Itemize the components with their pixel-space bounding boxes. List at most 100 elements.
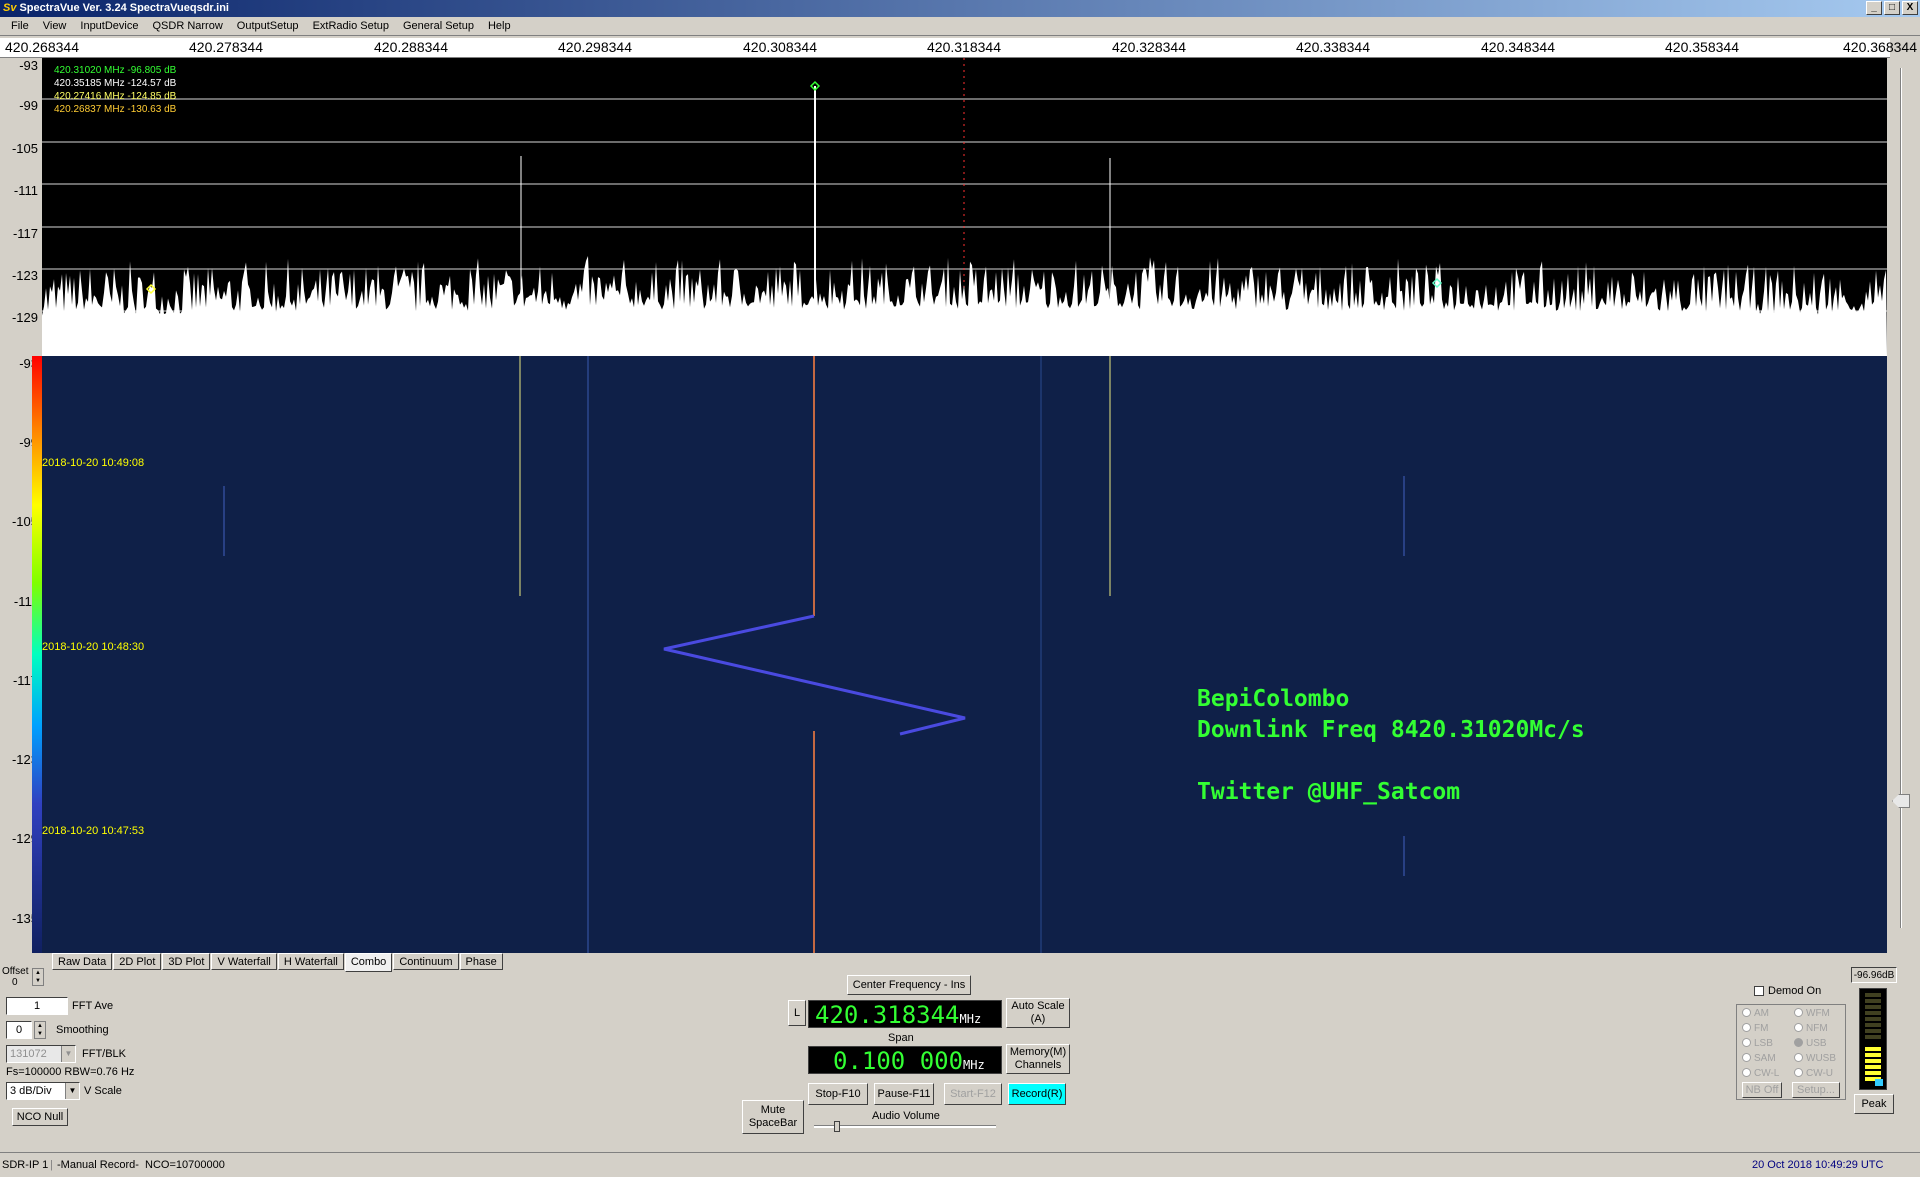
tab-v-waterfall[interactable]: V Waterfall: [211, 953, 277, 970]
menu-extradio-setup[interactable]: ExtRadio Setup: [306, 17, 396, 36]
channels-label: Channels: [1014, 1059, 1062, 1071]
freq-tick: 420.358344: [1665, 39, 1739, 55]
mode-cwu-radio[interactable]: CW-U: [1794, 1068, 1833, 1079]
overlay-downlink: Downlink Freq 8420.31020Mc/s: [1197, 717, 1585, 743]
mode-sam-radio[interactable]: SAM: [1742, 1053, 1776, 1064]
freq-tick: 420.298344: [558, 39, 632, 55]
mute-button[interactable]: Mute SpaceBar: [742, 1100, 804, 1134]
close-button[interactable]: X: [1902, 1, 1918, 15]
lock-button[interactable]: L: [788, 1000, 806, 1026]
nb-off-button[interactable]: NB Off: [1742, 1082, 1782, 1098]
status-bar: SDR-IP 1 | -Manual Record- NCO=10700000 …: [0, 1152, 1920, 1176]
nco-null-button[interactable]: NCO Null: [12, 1108, 68, 1126]
span-unit: MHz: [963, 1058, 985, 1072]
level-scrollbar[interactable]: [1890, 58, 1912, 953]
mode-nfm-radio[interactable]: NFM: [1794, 1023, 1828, 1034]
vscale-value: 3 dB/Div: [10, 1085, 52, 1097]
tab-2d-plot[interactable]: 2D Plot: [113, 953, 162, 970]
audio-volume-slider[interactable]: [834, 1121, 840, 1132]
frequency-unit: MHz: [959, 1012, 982, 1026]
fft-blk-select[interactable]: 131072 ▼: [6, 1045, 76, 1063]
spectrum-y-label: -123: [11, 268, 38, 283]
y-axis-strip: -93 -99 -105 -111 -117 -123 -129 -93 -99…: [0, 58, 38, 953]
tab-combo[interactable]: Combo: [344, 953, 393, 972]
menu-general-setup[interactable]: General Setup: [396, 17, 481, 36]
waterfall-color-scale: [32, 356, 42, 953]
mode-lsb-radio[interactable]: LSB: [1742, 1038, 1773, 1049]
status-datetime: 20 Oct 2018 10:49:29 UTC: [1752, 1159, 1884, 1171]
minimize-button[interactable]: _: [1866, 1, 1882, 15]
stop-button[interactable]: Stop-F10: [808, 1083, 868, 1105]
mode-usb-radio[interactable]: USB: [1794, 1038, 1827, 1049]
freq-tick: 420.318344: [927, 39, 1001, 55]
span-label: Span: [888, 1032, 914, 1044]
mode-am-radio[interactable]: AM: [1742, 1008, 1769, 1019]
audio-volume-track[interactable]: [814, 1125, 996, 1128]
waterfall-timestamp: 2018-10-20 10:47:53: [42, 825, 145, 837]
title-bar: Sv SpectraVue Ver. 3.24 SpectraVueqsdr.in…: [0, 0, 1920, 17]
freq-tick: 420.308344: [743, 39, 817, 55]
tab-phase[interactable]: Phase: [459, 953, 503, 970]
setup-button[interactable]: Setup...: [1792, 1082, 1840, 1098]
overlay-title: BepiColombo: [1197, 686, 1350, 712]
offset-spinner[interactable]: ▲ ▼: [32, 968, 44, 986]
smoothing-label: Smoothing: [56, 1024, 109, 1036]
fft-ave-input[interactable]: 1: [6, 997, 68, 1015]
offset-label: Offset: [2, 966, 29, 977]
peak-button[interactable]: Peak: [1854, 1094, 1894, 1114]
noise-floor: [42, 256, 1887, 356]
audio-volume-label: Audio Volume: [872, 1110, 940, 1122]
menu-input-device[interactable]: InputDevice: [73, 17, 145, 36]
spectrum-y-label: -129: [11, 310, 38, 325]
freq-tick: 420.348344: [1481, 39, 1555, 55]
tab-raw-data[interactable]: Raw Data: [52, 953, 113, 970]
center-frequency-value: 420.318344: [815, 1001, 960, 1029]
start-button[interactable]: Start-F12: [944, 1083, 1002, 1105]
menu-view[interactable]: View: [36, 17, 74, 36]
span-display[interactable]: 0.100 000MHz: [808, 1046, 1002, 1075]
pause-button[interactable]: Pause-F11: [874, 1083, 934, 1105]
waterfall-plot[interactable]: BepiColombo Downlink Freq 8420.31020Mc/s…: [42, 356, 1887, 953]
fft-ave-label: FFT Ave: [72, 1000, 114, 1012]
signal-level-readout: -96.96dB: [1851, 967, 1897, 983]
menu-file[interactable]: File: [4, 17, 36, 36]
mode-wfm-radio[interactable]: WFM: [1794, 1008, 1830, 1019]
maximize-button[interactable]: □: [1884, 1, 1900, 15]
tab-3d-plot[interactable]: 3D Plot: [162, 953, 211, 970]
smoothing-input[interactable]: 0: [6, 1021, 32, 1039]
center-frequency-button[interactable]: Center Frequency - Ins: [847, 975, 971, 995]
status-device: SDR-IP 1: [2, 1159, 49, 1171]
freq-tick: 420.268344: [5, 39, 79, 55]
record-button[interactable]: Record(R): [1008, 1083, 1066, 1105]
signal-meter: [1859, 988, 1887, 1090]
chevron-down-icon: ▼: [65, 1083, 79, 1099]
menu-help[interactable]: Help: [481, 17, 518, 36]
auto-scale-shortcut: (A): [1030, 1013, 1046, 1025]
status-nco: NCO=10700000: [145, 1159, 225, 1171]
app-icon: Sv: [3, 2, 17, 14]
spectrum-y-label: -117: [12, 226, 38, 241]
menu-qsdr-narrow[interactable]: QSDR Narrow: [145, 17, 229, 36]
menu-bar: File View InputDevice QSDR Narrow Output…: [0, 17, 1920, 36]
menu-output-setup[interactable]: OutputSetup: [230, 17, 306, 36]
spectrum-plot[interactable]: 420.31020 MHz -96.805 dB 420.35185 MHz -…: [42, 58, 1887, 356]
waterfall-timestamp: 2018-10-20 10:49:08: [42, 457, 145, 469]
memory-channels-button[interactable]: Memory(M) Channels: [1006, 1044, 1070, 1074]
smoothing-spinner[interactable]: ▲ ▼: [34, 1021, 46, 1039]
status-mode: -Manual Record-: [57, 1159, 139, 1171]
demod-checkbox[interactable]: [1754, 986, 1764, 996]
vscale-select[interactable]: 3 dB/Div ▼: [6, 1082, 80, 1100]
fft-blk-value: 131072: [10, 1048, 47, 1060]
center-frequency-display[interactable]: 420.318344MHz: [808, 1000, 1002, 1029]
fft-blk-label: FFT/BLK: [82, 1048, 127, 1060]
tab-h-waterfall[interactable]: H Waterfall: [277, 953, 344, 970]
freq-tick: 420.278344: [189, 39, 263, 55]
auto-scale-button[interactable]: Auto Scale (A): [1006, 998, 1070, 1028]
mode-wusb-radio[interactable]: WUSB: [1794, 1053, 1836, 1064]
marker-legend: 420.31020 MHz -96.805 dB 420.35185 MHz -…: [54, 64, 176, 116]
overlay-twitter: Twitter @UHF_Satcom: [1197, 779, 1461, 805]
mode-fm-radio[interactable]: FM: [1742, 1023, 1768, 1034]
mode-cwl-radio[interactable]: CW-L: [1742, 1068, 1779, 1079]
tab-continuum[interactable]: Continuum: [393, 953, 459, 970]
scroll-thumb[interactable]: [1892, 794, 1910, 808]
